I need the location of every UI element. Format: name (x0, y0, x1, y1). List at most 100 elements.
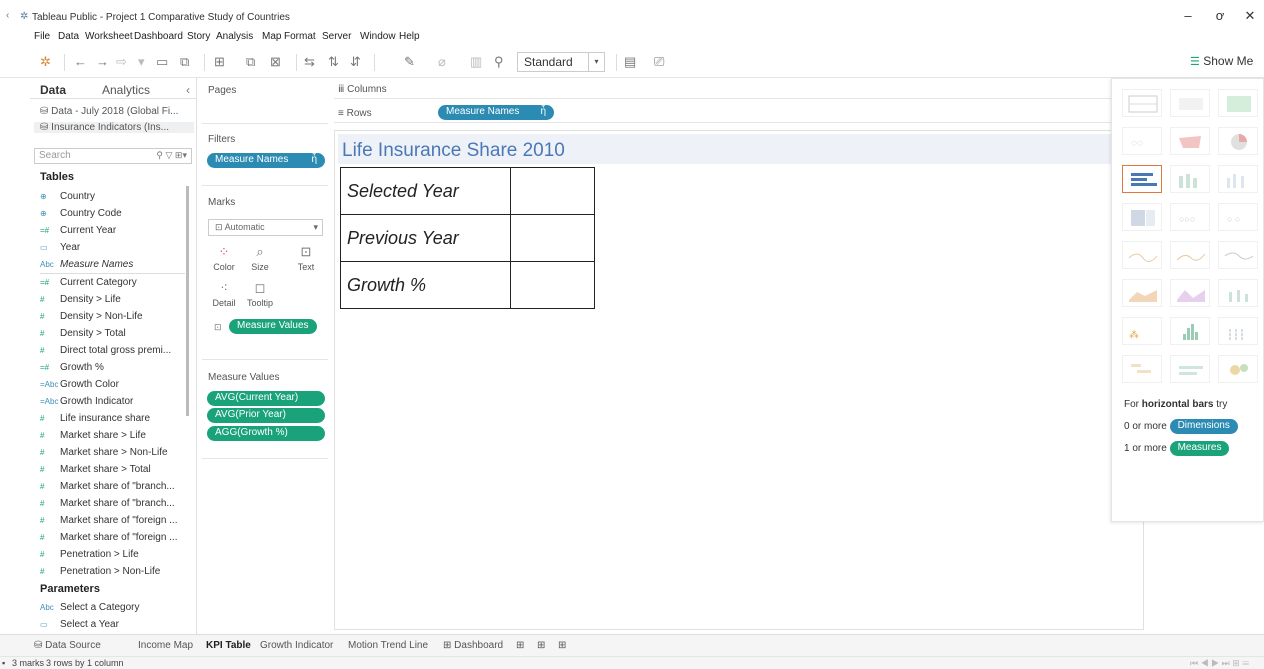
menu-map[interactable]: Map (262, 31, 281, 42)
stacked-bars-chart-icon[interactable] (1170, 165, 1210, 193)
field-market-share-nonlife[interactable]: # Market share > Non-Life (40, 447, 168, 458)
field-market-share-branch-2[interactable]: # Market share of "branch... (40, 498, 175, 509)
table-cell[interactable] (510, 167, 595, 215)
search-input[interactable]: Search ⚲ ▽ ⊞▾ (34, 148, 192, 164)
undo-icon[interactable]: ← (74, 54, 87, 69)
show-cards-icon[interactable]: ▤ (624, 54, 636, 70)
field-life-insurance-share[interactable]: # Life insurance share (40, 413, 150, 424)
detail-button[interactable]: ⁖ Detail (209, 280, 239, 308)
minimize-button[interactable]: – (1178, 8, 1198, 23)
field-market-share-foreign-1[interactable]: # Market share of "foreign ... (40, 515, 178, 526)
new-dashboard-tab-icon[interactable]: ⊞ (537, 640, 545, 651)
data-pane-scrollbar[interactable] (186, 186, 189, 416)
menu-format[interactable]: Format (284, 31, 316, 42)
measure-value-pill[interactable]: AVG(Prior Year) (207, 408, 325, 423)
side-by-side-circles-chart-icon[interactable]: ○ ○ (1218, 203, 1258, 231)
tab-analytics[interactable]: Analytics (102, 83, 150, 97)
field-market-share-life[interactable]: # Market share > Life (40, 430, 146, 441)
field-growth-color[interactable]: =Abc Growth Color (40, 379, 119, 390)
bullet-graph-chart-icon[interactable] (1170, 355, 1210, 383)
field-current-category[interactable]: =# Current Category (40, 277, 137, 288)
line-continuous-chart-icon[interactable] (1122, 241, 1162, 269)
collapse-pane-icon[interactable]: ‹ (186, 83, 190, 97)
field-current-year[interactable]: =# Current Year (40, 225, 116, 236)
save-icon[interactable]: ▭ (156, 54, 168, 70)
pin-icon[interactable]: ⚲ (494, 54, 504, 70)
redo-icon[interactable]: → (96, 54, 109, 69)
close-button[interactable]: ✕ (1240, 8, 1260, 24)
table-cell[interactable] (510, 214, 595, 262)
field-country-code[interactable]: ⊕ Country Code (40, 208, 122, 219)
filter-measure-names-pill[interactable]: Measure Names ἦ (207, 153, 325, 168)
presentation-icon[interactable]: ⎚ (654, 54, 664, 70)
histogram-chart-icon[interactable] (1170, 317, 1210, 345)
menu-dashboard[interactable]: Dashboard (134, 31, 183, 42)
text-button[interactable]: ⊡ Text (291, 244, 321, 272)
new-worksheet-icon[interactable]: ⊞ (214, 54, 225, 70)
horizontal-bars-chart-icon[interactable] (1122, 165, 1162, 193)
heat-map-chart-icon[interactable] (1170, 89, 1210, 117)
marks-measure-values-pill[interactable]: Measure Values (229, 319, 317, 334)
param-select-year[interactable]: ▭ Select a Year (40, 619, 119, 630)
measure-value-pill[interactable]: AGG(Growth %) (207, 426, 325, 441)
tab-dashboard[interactable]: ⊞ Dashboard (443, 640, 503, 651)
tab-data[interactable]: Data (40, 83, 66, 97)
menu-data[interactable]: Data (58, 31, 79, 42)
color-button[interactable]: ⁘ Color (209, 244, 239, 272)
dual-line-chart-icon[interactable] (1218, 241, 1258, 269)
rows-shelf[interactable]: ≡ Rows Measure Names ἦ (334, 103, 1111, 123)
datasource-global[interactable]: ⛁ Data - July 2018 (Global Fi... (40, 106, 178, 117)
sort-descending-icon[interactable]: ⇵ (350, 54, 361, 70)
new-worksheet-tab-icon[interactable]: ⊞ (516, 640, 524, 651)
gantt-chart-icon[interactable] (1122, 355, 1162, 383)
replay-icon[interactable]: ⇨ (116, 54, 127, 70)
sheet-navigation-icons[interactable]: ⏮ ◀ ▶ ⏭ ⊞ ☰ (1190, 658, 1249, 669)
menu-analysis[interactable]: Analysis (216, 31, 253, 42)
show-me-button[interactable]: ☰ Show Me (1190, 54, 1253, 68)
side-by-side-bars-chart-icon[interactable] (1218, 165, 1258, 193)
columns-shelf[interactable]: ⅲ Columns (334, 79, 1111, 99)
tooltip-button[interactable]: ◻ Tooltip (245, 280, 275, 308)
field-direct-premiums[interactable]: # Direct total gross premi... (40, 345, 171, 356)
treemap-chart-icon[interactable] (1122, 203, 1162, 231)
menu-story[interactable]: Story (187, 31, 210, 42)
text-table-chart-icon[interactable] (1122, 89, 1162, 117)
field-density-nonlife[interactable]: # Density > Non-Life (40, 311, 143, 322)
fit-select[interactable]: Standard ▾ (517, 52, 605, 72)
circle-views-chart-icon[interactable]: ○○○ (1170, 203, 1210, 231)
dual-combination-chart-icon[interactable] (1218, 279, 1258, 307)
mark-type-select[interactable]: ⊡ Automatic ▾ (208, 219, 323, 236)
field-market-share-total[interactable]: # Market share > Total (40, 464, 151, 475)
group-icon[interactable]: ⌀ (438, 54, 446, 70)
param-select-category[interactable]: Abc Select a Category (40, 602, 140, 613)
symbol-map-chart-icon[interactable]: ◌◌ (1122, 127, 1162, 155)
clear-sheet-icon[interactable]: ⊠ (270, 54, 281, 70)
scatter-plot-chart-icon[interactable]: ⁂ (1122, 317, 1162, 345)
field-penetration-life[interactable]: # Penetration > Life (40, 549, 139, 560)
field-year[interactable]: ▭ Year (40, 242, 80, 253)
field-density-life[interactable]: # Density > Life (40, 294, 121, 305)
tableau-home-icon[interactable]: ✲ (40, 54, 51, 70)
field-market-share-foreign-2[interactable]: # Market share of "foreign ... (40, 532, 178, 543)
filled-map-chart-icon[interactable] (1170, 127, 1210, 155)
sort-ascending-icon[interactable]: ⇅ (328, 54, 339, 70)
tab-data-source[interactable]: ⛁ Data Source (34, 640, 101, 651)
field-market-share-branch-1[interactable]: # Market share of "branch... (40, 481, 175, 492)
restore-button[interactable]: ơ (1210, 8, 1230, 23)
field-measure-names[interactable]: Abc Measure Names (40, 259, 133, 270)
field-growth-indicator[interactable]: =Abc Growth Indicator (40, 396, 133, 407)
tab-income-map[interactable]: Income Map (138, 640, 193, 651)
tab-growth-indicator[interactable]: Growth Indicator (260, 640, 333, 651)
line-discrete-chart-icon[interactable] (1170, 241, 1210, 269)
tab-kpi-table[interactable]: KPI Table (206, 640, 251, 651)
datasource-insurance[interactable]: ⛁ Insurance Indicators (Ins... (34, 122, 194, 133)
labels-icon[interactable]: ▥ (470, 54, 482, 70)
packed-bubbles-chart-icon[interactable] (1218, 355, 1258, 383)
swap-icon[interactable]: ⇆ (304, 54, 315, 70)
box-whisker-chart-icon[interactable]: ┆┆┆ (1218, 317, 1258, 345)
menu-server[interactable]: Server (322, 31, 351, 42)
field-penetration-nonlife[interactable]: # Penetration > Non-Life (40, 566, 160, 577)
pie-chart-icon[interactable] (1218, 127, 1258, 155)
area-discrete-chart-icon[interactable] (1170, 279, 1210, 307)
size-button[interactable]: ⌕ Size (245, 244, 275, 272)
